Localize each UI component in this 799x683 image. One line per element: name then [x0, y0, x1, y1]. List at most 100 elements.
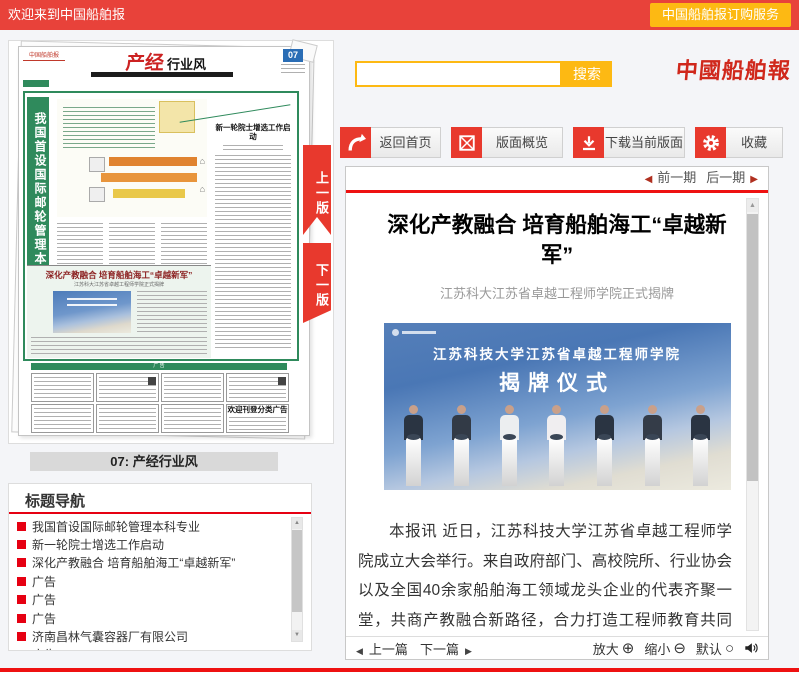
infographic-bar — [109, 157, 197, 166]
bullet-icon — [17, 650, 26, 651]
house-icon: ⌂ — [200, 157, 205, 166]
ad-box — [226, 373, 289, 402]
bullet-icon — [17, 595, 26, 604]
article-subtitle: 江苏科大江苏省卓越工程师学院正式揭牌 — [346, 283, 768, 302]
text-placeholder — [215, 155, 291, 351]
ad-box-classified: 欢迎刊登分类广告 — [226, 404, 289, 433]
next-issue-link[interactable]: 后一期 — [706, 170, 745, 185]
reset-label[interactable]: 默认 — [696, 639, 722, 658]
zoom-out-label[interactable]: 缩小 — [644, 639, 670, 658]
ad-box — [31, 404, 94, 433]
bullet-icon — [17, 558, 26, 567]
favorite-button[interactable]: 收藏 — [695, 127, 783, 158]
zoom-in-icon[interactable]: ⊕ — [622, 639, 635, 657]
home-button[interactable]: 返回首页 — [340, 127, 441, 158]
article-title: 深化产教融合 培育船舶海工“卓越新军” — [376, 210, 738, 270]
infographic-label — [89, 157, 105, 172]
title-nav-divider — [9, 512, 311, 514]
scroll-down-icon[interactable]: ▼ — [292, 630, 302, 641]
infographic-bar — [101, 173, 197, 182]
bullet-icon — [17, 577, 26, 586]
title-nav-item[interactable]: 深化产教融合 培育船舶海工“卓越新军” — [17, 554, 285, 572]
title-nav-item[interactable]: 广告 — [17, 591, 285, 609]
title-nav-item[interactable]: 我国首设国际邮轮管理本科专业 — [17, 517, 285, 535]
person-figure — [543, 405, 571, 486]
infographic-box — [159, 101, 195, 133]
prev-article-arrow-icon[interactable]: ◀ — [356, 646, 363, 656]
gear-icon — [695, 127, 726, 158]
title-nav-heading: 标题导航 — [25, 490, 85, 511]
ad-box — [96, 373, 159, 402]
newspaper-page-thumbnail[interactable]: 中国船舶报 产经行业风 07 我国首设国际邮轮管理本科专业 ⌂ ⌂ — [18, 46, 310, 436]
scroll-up-icon[interactable]: ▲ — [747, 199, 758, 212]
issue-nav: ◀ 前一期后一期 ▶ — [346, 167, 768, 193]
article-nav: ◀ 上一篇下一篇 ▶ — [356, 639, 472, 658]
speaker-icon[interactable] — [744, 641, 758, 655]
article-scrollbar[interactable]: ▲ — [746, 198, 759, 631]
text-placeholder — [63, 107, 155, 151]
title-nav-item[interactable]: 广告 — [17, 609, 285, 627]
bullet-icon — [17, 540, 26, 549]
person-figure — [639, 405, 667, 486]
download-icon — [573, 127, 604, 158]
search-button[interactable]: 搜索 — [562, 61, 612, 87]
ad-box — [96, 404, 159, 433]
title-nav-scrollbar[interactable]: ▲ ▼ — [291, 517, 303, 642]
qr-code — [148, 377, 156, 385]
ad-box — [161, 404, 224, 433]
ads-grid: 欢迎刊登分类广告 — [31, 373, 289, 433]
prev-issue-link[interactable]: 前一期 — [657, 170, 696, 185]
title-nav-item[interactable]: 广告 — [17, 646, 285, 651]
thumb-ceremony-photo — [53, 291, 131, 333]
text-placeholder — [137, 291, 207, 333]
text-placeholder — [31, 337, 207, 355]
next-article-link[interactable]: 下一篇 — [420, 642, 459, 657]
scroll-up-icon[interactable]: ▲ — [292, 518, 302, 529]
article-container: ◀ 前一期后一期 ▶ 深化产教融合 培育船舶海工“卓越新军” 江苏科大江苏省卓越工程… — [345, 166, 769, 660]
title-nav-item[interactable]: 新一轮院士增选工作启动 — [17, 535, 285, 553]
view-controls: 放大⊕ 缩小⊖ 默认○ — [593, 639, 758, 658]
prev-issue-arrow-icon[interactable]: ◀ — [645, 174, 653, 185]
person-figure — [495, 405, 523, 486]
download-button[interactable]: 下载当前版面 — [573, 127, 685, 158]
prev-article-link[interactable]: 上一篇 — [369, 642, 408, 657]
article-scroll-area: 深化产教融合 培育船舶海工“卓越新军” 江苏科大江苏省卓越工程师学院正式揭牌 江… — [346, 193, 768, 636]
page-date-lines — [281, 64, 305, 74]
house-icon: ⌂ — [200, 185, 205, 194]
reset-icon[interactable]: ○ — [725, 640, 734, 657]
subscribe-button[interactable]: 中国船舶报订购服务 — [650, 3, 791, 27]
next-issue-arrow-icon[interactable]: ▶ — [750, 174, 758, 185]
footer — [0, 672, 799, 683]
thumb-right-article: 新一轮院士增选工作启动 — [213, 97, 293, 353]
top-bar: 欢迎来到中国船舶报 中国船舶报订购服务 — [0, 0, 799, 30]
article-bottom-bar: ◀ 上一篇下一篇 ▶ 放大⊕ 缩小⊖ 默认○ — [346, 636, 768, 659]
welcome-text: 欢迎来到中国船舶报 — [8, 0, 125, 30]
bullet-icon — [17, 632, 26, 641]
toolbar: 返回首页 版面概览 下载当前版面 收藏 — [340, 127, 783, 158]
masthead-underline — [91, 72, 233, 77]
thumb-infographic-panel: ⌂ ⌂ — [57, 99, 207, 217]
title-nav-item[interactable]: 广告 — [17, 572, 285, 590]
thumb-center-article: 深化产教融合 培育船舶海工“卓越新军” 江苏科大江苏省卓越工程师学院正式揭牌 — [27, 265, 211, 358]
next-edition-ribbon[interactable]: 下一版 — [303, 243, 331, 323]
photo-text-placeholder — [67, 298, 117, 308]
zoom-in-label[interactable]: 放大 — [593, 639, 619, 658]
zoom-out-icon[interactable]: ⊖ — [673, 639, 686, 657]
thumb-center-article-subtitle: 江苏科大江苏省卓越工程师学院正式揭牌 — [27, 281, 211, 288]
title-nav-item[interactable]: 济南昌林气囊容器厂有限公司 — [17, 627, 285, 645]
photo-watermark-logo — [392, 329, 452, 336]
scrollbar-thumb[interactable] — [292, 530, 302, 612]
infographic-bar — [113, 189, 185, 198]
page-caption[interactable]: 07: 产经行业风 — [30, 452, 278, 471]
ads-section-bar: 广 告 — [31, 363, 287, 370]
person-figure — [591, 405, 619, 486]
thumb-center-article-title: 深化产教融合 培育船舶海工“卓越新军” — [27, 270, 211, 280]
section-tag — [23, 80, 49, 87]
people-row — [400, 390, 715, 486]
site-logo: 中國船舶報 — [675, 53, 798, 85]
overview-button[interactable]: 版面概览 — [451, 127, 563, 158]
search-input[interactable] — [355, 61, 562, 87]
scrollbar-thumb[interactable] — [747, 214, 758, 481]
infographic-label — [89, 187, 105, 202]
next-article-arrow-icon[interactable]: ▶ — [465, 646, 472, 656]
